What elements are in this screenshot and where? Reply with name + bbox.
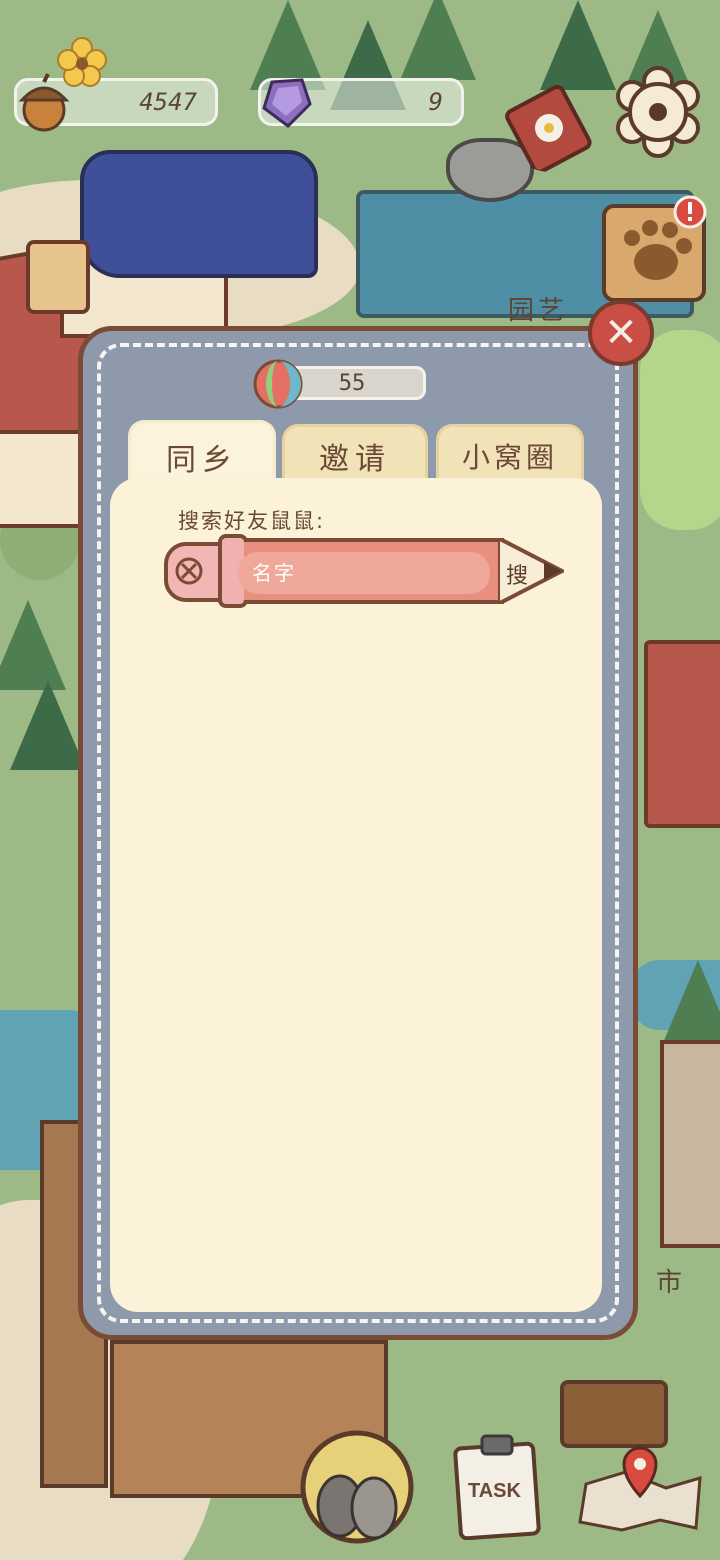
acorn-count: 4547 xyxy=(139,88,197,116)
gem-icon xyxy=(262,78,312,128)
wagon xyxy=(560,1380,668,1448)
tab-invite-label: 邀请 xyxy=(319,441,391,477)
apple-tree xyxy=(640,330,720,530)
house-roof xyxy=(644,640,720,828)
pine-tree xyxy=(400,0,476,80)
pine-tree xyxy=(0,600,66,690)
task-label: TASK xyxy=(468,1480,521,1502)
gear-icon[interactable] xyxy=(612,66,704,158)
tab-hometown-label: 同乡 xyxy=(166,442,238,478)
pine-tree xyxy=(660,960,720,1050)
gem-count: 9 xyxy=(428,88,443,116)
garden-shop-label: 园艺 xyxy=(508,296,569,326)
market-label: 市 xyxy=(656,1268,687,1298)
flower-icon xyxy=(57,37,107,87)
close-button[interactable]: ✕ xyxy=(588,300,654,366)
book-icon[interactable] xyxy=(503,76,599,172)
house-wall xyxy=(0,430,88,528)
mice-avatar-icon[interactable] xyxy=(298,1428,416,1546)
tab-nest-circle[interactable]: 小窝圈 xyxy=(436,424,584,484)
market-stall[interactable] xyxy=(660,1040,720,1248)
search-input[interactable] xyxy=(238,552,490,594)
pine-tree xyxy=(10,680,86,770)
yarn-ball-icon xyxy=(253,359,303,409)
paw-icon[interactable] xyxy=(598,194,712,306)
sewing-machine[interactable] xyxy=(80,150,318,278)
thread-spool xyxy=(26,240,90,314)
clear-icon[interactable] xyxy=(174,556,204,586)
close-icon: ✕ xyxy=(604,310,638,356)
tab-nest-circle-label: 小窝圈 xyxy=(461,440,558,474)
search-bar: 搜 xyxy=(162,530,564,614)
yarn-counter: 55 xyxy=(252,358,428,410)
search-button[interactable]: 搜 xyxy=(506,558,528,590)
map-pin-icon[interactable] xyxy=(576,1444,706,1532)
tab-invite[interactable]: 邀请 xyxy=(282,424,428,484)
